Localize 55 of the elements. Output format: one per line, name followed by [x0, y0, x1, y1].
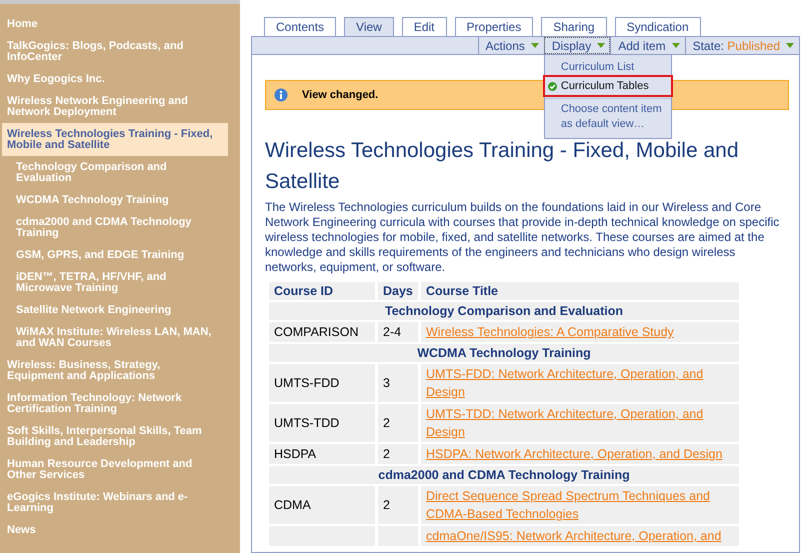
column-header: Course ID: [269, 282, 375, 300]
page-title: Wireless Technologies Training - Fixed, Mobile and Satellite: [265, 138, 740, 195]
sidebar-item[interactable]: WCDMA Technology Training: [0, 189, 228, 211]
sidebar-item[interactable]: WiMAX Institute: Wireless LAN, MAN, and WAN Courses: [0, 321, 228, 354]
sidebar-item[interactable]: News: [0, 519, 228, 541]
menu-button[interactable]: Actions: [478, 37, 544, 54]
caret-icon: [786, 43, 794, 48]
group-header: Technology Comparison and Evaluation: [269, 302, 739, 320]
table-cell: 2-4: [378, 322, 418, 342]
sidebar-item[interactable]: Wireless Network Engineering and Network Deployment: [0, 90, 228, 123]
sidebar-item[interactable]: Wireless Technologies Training - Fixed, Mobile and Satellite: [2, 123, 228, 156]
info-icon: [274, 88, 288, 102]
tab[interactable]: Sharing: [541, 17, 607, 36]
column-header: Days: [378, 282, 418, 300]
caret-icon: [530, 43, 539, 48]
sidebar-item[interactable]: Soft Skills, Interpersonal Skills, Team Building and Leadership: [0, 420, 228, 453]
intro-paragraph: The Wireless Technologies curriculum builds on the foundations laid in our Wireless and Core Network Engineering curricula with courses that provide in-depth technical knowledge on specific wireless technologies for mobile, fixed, and satellite networks. These courses are aimed at the knowledge and skills requirements of the engineers and technicians who design wireless networks, equipment, or software.: [265, 200, 780, 275]
menu-item[interactable]: Curriculum Tables: [544, 77, 671, 95]
group-header: WCDMA Technology Training: [269, 344, 739, 362]
table-cell: 2: [378, 404, 418, 442]
table-cell: UMTS-TDD: [269, 404, 375, 442]
table-cell: 2: [378, 486, 418, 524]
group-header: cdma2000 and CDMA Technology Training: [269, 466, 739, 484]
sidebar-item[interactable]: Satellite Network Engineering: [0, 299, 228, 321]
sidebar-item[interactable]: cdma2000 and CDMA Technology Training: [0, 211, 228, 244]
tab[interactable]: Edit: [402, 17, 447, 36]
tab[interactable]: Syndication: [614, 17, 701, 36]
menu-button[interactable]: State: Published: [684, 37, 799, 54]
tab[interactable]: Contents: [264, 17, 336, 36]
menu-button[interactable]: Add item: [610, 37, 685, 54]
sidebar-item[interactable]: Why Eogogics Inc.: [0, 68, 228, 90]
sidebar-item[interactable]: Information Technology: Network Certification Training: [0, 387, 228, 420]
tab[interactable]: View: [344, 17, 394, 36]
column-header: Course Title: [421, 282, 739, 300]
sidebar-item[interactable]: TalkGogics: Blogs, Podcasts, and InfoCenter: [0, 35, 228, 68]
caret-icon: [597, 43, 606, 48]
table-cell: CDMA: [269, 486, 375, 524]
table-cell: 2: [378, 444, 418, 464]
menu-item[interactable]: Curriculum List: [544, 58, 671, 76]
table-cell: HSDPA: [269, 444, 375, 464]
sidebar-item[interactable]: Technology Comparison and Evaluation: [0, 156, 228, 189]
message-text: View changed.: [302, 89, 378, 101]
checkmark-icon: [548, 82, 557, 90]
sidebar-item[interactable]: Home: [0, 13, 228, 35]
tab[interactable]: Properties: [454, 17, 534, 36]
table-cell: COMPARISON: [269, 322, 375, 342]
sidebar-item[interactable]: GSM, GPRS, and EDGE Training: [0, 244, 228, 266]
caret-icon: [672, 43, 680, 48]
sidebar-item[interactable]: Wireless: Business, Strategy, Equipment and Applications: [0, 354, 228, 387]
sidebar-item[interactable]: eGogics Institute: Webinars and e-Learning: [0, 486, 228, 519]
menu-item[interactable]: Choose content item as default view…: [544, 98, 671, 134]
sidebar-item[interactable]: Human Resource Development and Other Services: [0, 453, 228, 486]
sidebar-item[interactable]: iDEN™, TETRA, HF/VHF, and Microwave Training: [0, 266, 228, 299]
table-cell: UMTS-FDD: [269, 364, 375, 402]
table-cell: 3: [378, 364, 418, 402]
